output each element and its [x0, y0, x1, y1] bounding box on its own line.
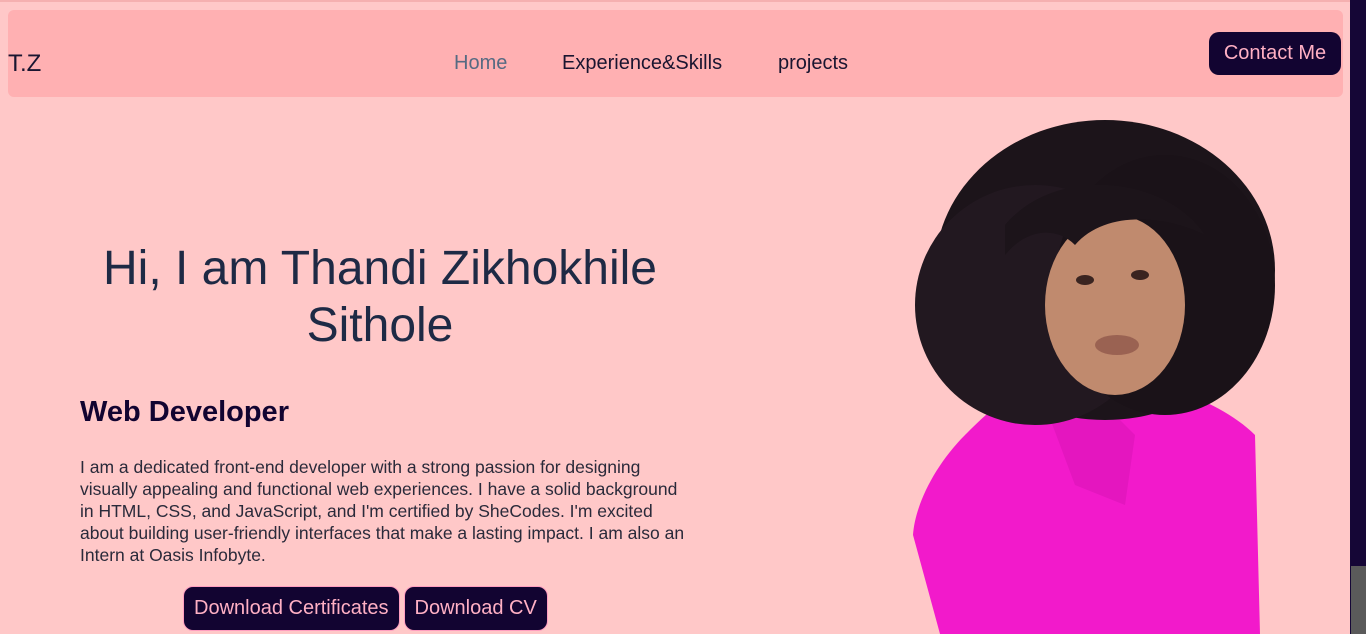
download-buttons: Download Certificates Download CV	[183, 586, 548, 631]
nav-link-experience-skills[interactable]: Experience&Skills	[562, 52, 722, 75]
nav-link-home[interactable]: Home	[454, 52, 507, 75]
profile-photo	[913, 120, 1275, 634]
portrait-face	[1045, 215, 1185, 395]
hero-title: Hi, I am Thandi Zikhokhile Sithole	[102, 242, 657, 352]
download-certificates-button[interactable]: Download Certificates	[183, 586, 400, 631]
page: T.Z Home Experience&Skills projects Cont…	[0, 0, 1350, 634]
scrollbar-thumb[interactable]	[1351, 566, 1366, 634]
download-cv-button[interactable]: Download CV	[403, 586, 548, 631]
navbar: T.Z Home Experience&Skills projects	[8, 10, 1343, 97]
scrollbar-track[interactable]	[1350, 0, 1366, 634]
top-strip	[0, 0, 1350, 2]
nav-link-projects[interactable]: projects	[778, 52, 848, 75]
brand-logo[interactable]: T.Z	[8, 50, 41, 78]
role-heading: Web Developer	[80, 396, 289, 428]
contact-me-button[interactable]: Contact Me	[1209, 32, 1341, 75]
bio-paragraph: I am a dedicated front-end developer wit…	[80, 457, 685, 565]
